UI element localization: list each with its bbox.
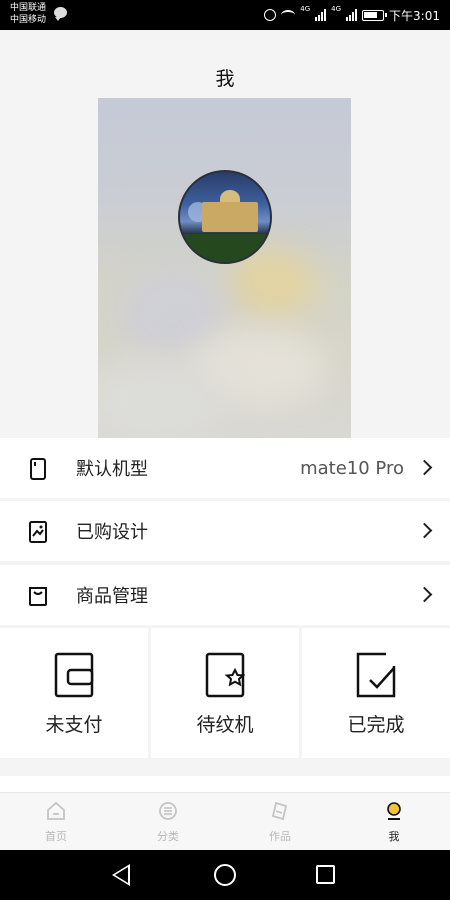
me-icon: [387, 802, 401, 820]
order-tile-completed[interactable]: 已完成: [302, 628, 450, 758]
tab-label: 作品: [269, 830, 291, 843]
alarm-icon: [264, 9, 277, 21]
menu-label: 商品管理: [76, 586, 148, 607]
tile-label: 已完成: [347, 714, 405, 736]
status-indicators: 4G 4G 下午3:01: [264, 6, 440, 24]
clock: 下午3:01: [389, 8, 440, 23]
works-icon: [271, 801, 288, 821]
avatar[interactable]: [178, 170, 272, 264]
bottom-tab-bar: 首页 分类 作品 我: [0, 792, 450, 850]
chevron-right-icon: [416, 459, 433, 476]
phone-icon: [30, 458, 46, 480]
tab-label: 首页: [45, 830, 67, 843]
star-box-icon: [205, 652, 245, 698]
tab-me[interactable]: 我: [338, 793, 450, 851]
signal-icon: [315, 9, 327, 21]
carrier-info: 中国联通 中国移动: [10, 2, 46, 26]
system-nav-bar: [0, 850, 450, 900]
menu-item-purchased-designs[interactable]: 已购设计: [0, 501, 450, 561]
image-icon: [29, 521, 47, 543]
check-box-icon: [356, 652, 396, 698]
page-title: 我: [215, 68, 235, 90]
tab-category[interactable]: 分类: [112, 793, 224, 851]
network-type-2: 4G: [331, 5, 342, 13]
back-icon[interactable]: [112, 864, 130, 886]
menu-item-default-model[interactable]: 默认机型 mate10 Pro: [0, 438, 450, 498]
bag-icon: [29, 587, 47, 606]
battery-icon: [362, 9, 388, 21]
wifi-icon: [281, 10, 296, 20]
recent-apps-icon[interactable]: [316, 865, 335, 884]
network-type-1: 4G: [300, 5, 311, 13]
menu-label: 默认机型: [76, 459, 148, 480]
carrier-1-label: 中国联通: [10, 3, 47, 13]
order-tile-unpaid[interactable]: 未支付: [0, 628, 148, 758]
tile-label: 待纹机: [196, 714, 254, 736]
menu-value: mate10 Pro: [300, 457, 404, 479]
tab-home[interactable]: 首页: [0, 793, 112, 851]
menu-item-product-management[interactable]: 商品管理: [0, 565, 450, 625]
chevron-right-icon: [416, 522, 433, 539]
category-icon: [159, 802, 177, 820]
signal-icon: [346, 9, 358, 21]
wallet-icon: [54, 652, 94, 698]
tab-label: 分类: [157, 830, 179, 843]
tile-label: 未支付: [45, 714, 103, 736]
home-icon: [47, 801, 65, 820]
chat-icon: [54, 7, 67, 21]
tab-label: 我: [388, 830, 400, 843]
chevron-right-icon: [416, 586, 433, 603]
carrier-2-label: 中国移动: [10, 15, 47, 25]
tab-works[interactable]: 作品: [224, 793, 336, 851]
order-tile-pending[interactable]: 待纹机: [151, 628, 299, 758]
home-button-icon[interactable]: [214, 864, 236, 886]
status-bar: 中国联通 中国移动 4G 4G 下午3:01: [0, 0, 450, 30]
profile-cover[interactable]: [98, 98, 351, 438]
content-spacer: [0, 776, 450, 792]
menu-label: 已购设计: [76, 522, 148, 543]
